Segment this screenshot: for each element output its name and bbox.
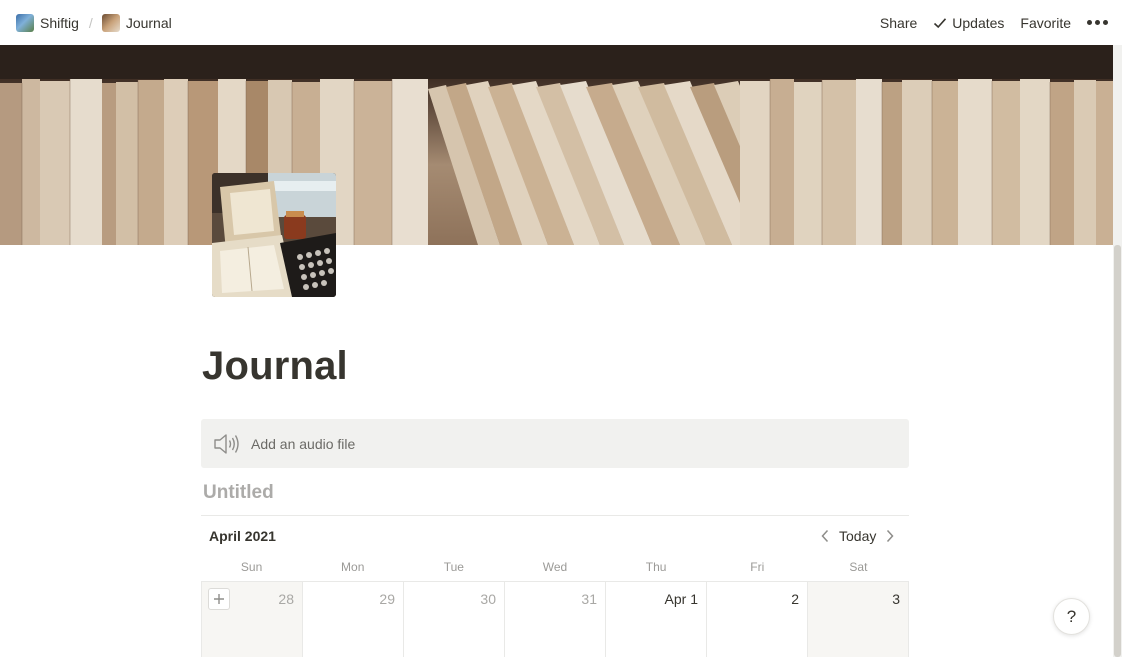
- previous-month-button[interactable]: [815, 526, 835, 546]
- checkmark-icon: [934, 17, 947, 28]
- chevron-left-icon: [821, 529, 829, 543]
- breadcrumb-label: Journal: [125, 14, 172, 31]
- favorite-button[interactable]: Favorite: [1020, 15, 1071, 31]
- calendar-weekday-header: Sun Mon Tue Wed Thu Fri Sat: [201, 558, 909, 581]
- page-title[interactable]: Journal: [202, 344, 348, 389]
- plus-icon: [214, 594, 224, 604]
- calendar-day-cell[interactable]: 2: [707, 582, 808, 657]
- favorite-label: Favorite: [1020, 14, 1071, 31]
- share-label: Share: [879, 14, 918, 31]
- weekday-label: Sun: [240, 560, 263, 574]
- day-number: 28: [278, 591, 294, 607]
- share-button[interactable]: Share: [880, 15, 917, 31]
- updates-label: Updates: [952, 14, 1005, 31]
- breadcrumb: Shiftig / Journal: [16, 13, 172, 32]
- day-number: 3: [892, 591, 900, 607]
- bookshelf-cover-image: [0, 45, 1113, 245]
- workspace-photo-icon: [16, 13, 34, 32]
- day-number: 29: [379, 591, 395, 607]
- chevron-right-icon: [887, 529, 894, 543]
- weekday-label: Fri: [750, 560, 765, 574]
- today-button[interactable]: Today: [839, 528, 876, 544]
- weekday-label: Mon: [341, 560, 365, 574]
- add-entry-button[interactable]: [208, 588, 230, 610]
- calendar-day-cell[interactable]: 28: [202, 582, 303, 657]
- page-cover: [0, 45, 1113, 245]
- journal-photo-icon: [101, 13, 120, 32]
- database-divider: [201, 515, 909, 516]
- breadcrumb-item-journal[interactable]: Journal: [101, 13, 172, 32]
- day-number: 30: [480, 591, 496, 607]
- typewriter-photo-icon: [212, 173, 336, 297]
- more-horizontal-icon[interactable]: [1087, 20, 1108, 25]
- calendar-day-cell[interactable]: 30: [404, 582, 505, 657]
- weekday-label: Tue: [443, 560, 464, 574]
- next-month-button[interactable]: [880, 526, 900, 546]
- add-audio-label: Add an audio file: [251, 435, 356, 452]
- calendar-day-cell[interactable]: 31: [505, 582, 606, 657]
- calendar-day-cell[interactable]: Apr 1: [606, 582, 707, 657]
- breadcrumb-separator: /: [88, 14, 93, 31]
- day-number: 31: [581, 591, 597, 607]
- help-button[interactable]: ?: [1053, 598, 1090, 635]
- weekday-label: Sat: [849, 560, 868, 574]
- weekday-label: Wed: [542, 560, 568, 574]
- topbar-actions: Share Updates Favorite: [864, 15, 1108, 31]
- scrollbar-thumb[interactable]: [1114, 245, 1121, 657]
- updates-button[interactable]: Updates: [933, 15, 1004, 31]
- calendar-day-cell[interactable]: 3: [808, 582, 909, 657]
- day-number: 2: [791, 591, 799, 607]
- page-icon-image[interactable]: [212, 173, 336, 297]
- breadcrumb-label: Shiftig: [40, 14, 79, 31]
- calendar-day-cell[interactable]: 29: [303, 582, 404, 657]
- speaker-icon: [214, 433, 239, 454]
- calendar-navigation: Today: [815, 526, 900, 546]
- day-number: Apr 1: [664, 591, 698, 607]
- calendar-month-label: April 2021: [209, 528, 276, 544]
- add-audio-block[interactable]: Add an audio file: [201, 419, 909, 468]
- breadcrumb-item-shiftig[interactable]: Shiftig: [16, 13, 79, 32]
- weekday-label: Thu: [645, 560, 667, 574]
- topbar: Shiftig / Journal Share Updates Favorite: [0, 0, 1122, 45]
- database-title[interactable]: Untitled: [203, 482, 274, 504]
- calendar-week-row: 28 29 30 31 Apr 1 2 3: [201, 581, 909, 657]
